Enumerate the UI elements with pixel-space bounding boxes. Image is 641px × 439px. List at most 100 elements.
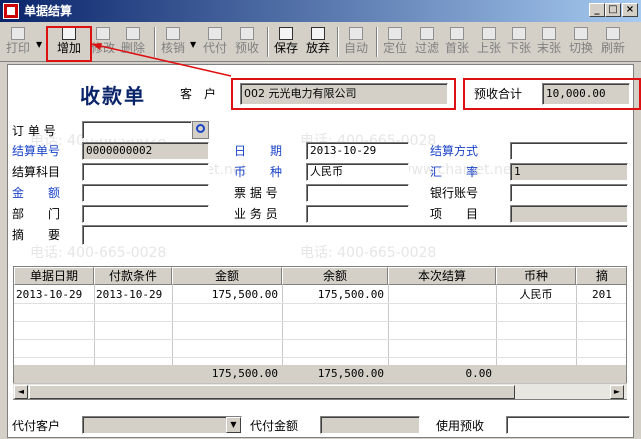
scroll-left-arrow-icon[interactable]: ◄ xyxy=(14,385,28,399)
column-header-current-settlement[interactable]: 本次结算 xyxy=(388,267,496,285)
writeoff-icon xyxy=(166,27,180,40)
cell-current-settlement[interactable] xyxy=(390,286,492,304)
column-header-payment-terms[interactable]: 付款条件 xyxy=(94,267,172,285)
refresh-icon xyxy=(606,27,620,40)
locate-icon xyxy=(388,27,402,40)
settle-method-label: 结算方式 xyxy=(430,144,479,158)
date-field[interactable]: 2013-10-29 xyxy=(306,142,409,160)
grid-header: 单据日期 付款条件 金额 余额 本次结算 币种 摘 xyxy=(14,267,626,285)
filter-button[interactable]: 过滤 xyxy=(412,26,442,58)
agent-customer-label: 代付客户 xyxy=(12,419,61,433)
agent-amount-field[interactable] xyxy=(320,416,420,434)
locate-button[interactable]: 定位 xyxy=(380,26,410,58)
cell-amount[interactable]: 175,500.00 xyxy=(174,286,278,304)
floppy-disk-icon xyxy=(279,27,293,40)
previous-record-button[interactable]: 上张 xyxy=(474,26,504,58)
scrollbar-thumb[interactable] xyxy=(29,385,515,399)
print-button[interactable]: 打印 xyxy=(3,26,33,58)
prepaid-total-highlight xyxy=(463,78,641,110)
scroll-right-arrow-icon[interactable]: ► xyxy=(610,385,624,399)
edit-button[interactable]: 修改 xyxy=(88,26,118,58)
window-title: 单据结算 xyxy=(24,4,73,18)
summary-field[interactable] xyxy=(82,225,628,245)
print-dropdown-arrow[interactable]: ▼ xyxy=(36,40,44,49)
cell-summary[interactable]: 201 xyxy=(592,286,626,304)
settle-no-field: 0000000002 xyxy=(82,142,209,160)
total-current-settlement: 0.00 xyxy=(465,367,493,380)
column-header-currency[interactable]: 币种 xyxy=(496,267,576,285)
department-label: 部 门 xyxy=(12,207,61,221)
use-prepaid-label: 使用预收 xyxy=(436,419,485,433)
toolbar: 打印 ▼ 增加 修改 删除 核销 ▼ 代付 预收 保存 放弃 自动 定位 过滤 … xyxy=(0,22,641,62)
bank-account-label: 银行账号 xyxy=(430,186,479,200)
next-arrow-icon xyxy=(512,27,526,40)
auto-button[interactable]: 自动 xyxy=(341,26,371,58)
exchange-rate-field: 1 xyxy=(510,163,628,181)
app-icon xyxy=(3,3,19,19)
funnel-icon xyxy=(420,27,434,40)
total-balance: 175,500.00 xyxy=(317,367,384,380)
auto-icon xyxy=(349,27,363,40)
save-button[interactable]: 保存 xyxy=(271,26,301,58)
agent-amount-label: 代付金额 xyxy=(250,419,299,433)
bank-account-field[interactable] xyxy=(510,184,628,202)
salesman-field[interactable] xyxy=(306,205,409,223)
previous-arrow-icon xyxy=(482,27,496,40)
total-amount: 175,500.00 xyxy=(211,367,278,380)
grid-horizontal-scrollbar[interactable]: ◄ ► xyxy=(13,383,627,399)
prepaid-button[interactable]: 预收 xyxy=(232,26,262,58)
first-arrow-icon xyxy=(450,27,464,40)
order-lookup-button[interactable] xyxy=(192,121,209,139)
close-button[interactable]: × xyxy=(622,3,638,17)
discard-button[interactable]: 放弃 xyxy=(303,26,333,58)
currency-field[interactable]: 人民币 xyxy=(306,163,409,181)
column-header-amount[interactable]: 金额 xyxy=(172,267,282,285)
amount-field[interactable] xyxy=(82,184,209,202)
agent-pay-icon xyxy=(208,27,222,40)
agent-customer-field[interactable] xyxy=(82,416,242,434)
salesman-label: 业 务 员 xyxy=(234,207,278,221)
cell-currency[interactable]: 人民币 xyxy=(498,286,574,304)
customer-highlight xyxy=(231,78,456,110)
agent-pay-button[interactable]: 代付 xyxy=(200,26,230,58)
customer-label: 客 户 xyxy=(180,87,217,101)
chevron-down-icon[interactable]: ▼ xyxy=(226,417,241,433)
last-record-button[interactable]: 末张 xyxy=(534,26,564,58)
printer-icon xyxy=(11,27,25,40)
window-title-bar[interactable]: 单据结算 _ □ × xyxy=(0,0,641,22)
settle-no-label: 结算单号 xyxy=(12,144,61,158)
writeoff-dropdown-arrow[interactable]: ▼ xyxy=(190,40,198,49)
delete-x-icon xyxy=(126,27,140,40)
switch-icon xyxy=(574,27,588,40)
cell-payment-terms[interactable]: 2013-10-29 xyxy=(96,286,170,304)
order-no-label: 订 单 号 xyxy=(12,124,56,138)
department-field[interactable] xyxy=(82,205,209,223)
cell-balance[interactable]: 175,500.00 xyxy=(284,286,384,304)
order-no-field[interactable] xyxy=(82,121,192,139)
exchange-rate-label: 汇 率 xyxy=(430,165,479,179)
settle-method-field[interactable] xyxy=(510,142,628,160)
project-label: 项 目 xyxy=(430,207,479,221)
column-header-summary[interactable]: 摘 xyxy=(576,267,626,285)
bill-no-field[interactable] xyxy=(306,184,409,202)
cell-doc-date[interactable]: 2013-10-29 xyxy=(16,286,92,304)
refresh-button[interactable]: 刷新 xyxy=(598,26,628,58)
bill-no-label: 票 据 号 xyxy=(234,186,278,200)
add-button-highlight xyxy=(46,26,92,62)
column-header-doc-date[interactable]: 单据日期 xyxy=(14,267,94,285)
column-header-balance[interactable]: 余额 xyxy=(282,267,388,285)
prepaid-icon xyxy=(240,27,254,40)
delete-button[interactable]: 删除 xyxy=(118,26,148,58)
date-label: 日 期 xyxy=(234,144,283,158)
use-prepaid-field[interactable] xyxy=(506,416,630,434)
maximize-button[interactable]: □ xyxy=(605,3,621,17)
switch-button[interactable]: 切换 xyxy=(566,26,596,58)
minimize-button[interactable]: _ xyxy=(589,3,605,17)
settle-subject-field[interactable] xyxy=(82,163,209,181)
last-arrow-icon xyxy=(542,27,556,40)
first-record-button[interactable]: 首张 xyxy=(442,26,472,58)
writeoff-button[interactable]: 核销 xyxy=(158,26,188,58)
next-record-button[interactable]: 下张 xyxy=(504,26,534,58)
settlement-grid: 单据日期 付款条件 金额 余额 本次结算 币种 摘 2013-10-29 201… xyxy=(13,266,627,400)
settle-subject-label: 结算科目 xyxy=(12,165,61,179)
